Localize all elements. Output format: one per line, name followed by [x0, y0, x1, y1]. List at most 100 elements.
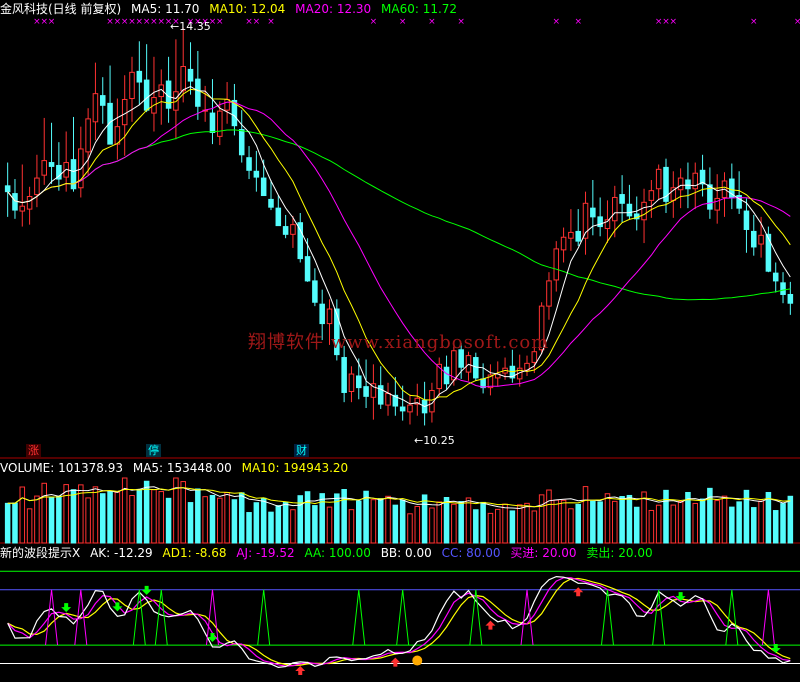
signal-marker: ×	[370, 17, 378, 27]
volume-bar	[516, 504, 523, 544]
candle-body	[692, 172, 699, 190]
volume-bar	[407, 513, 413, 544]
candle-body	[443, 366, 450, 385]
volume-bar	[319, 493, 325, 544]
volume-bar	[721, 495, 728, 544]
candle-body	[34, 177, 40, 196]
candle-body	[765, 233, 772, 272]
signal-spike	[761, 589, 775, 646]
volume-bar	[41, 482, 47, 544]
volume-bar	[19, 486, 26, 544]
high-price-annotation: ←14.35	[170, 20, 211, 33]
volume-bar	[48, 496, 55, 544]
candle-body	[451, 350, 457, 381]
volume-ma5: MA5: 153448.00	[132, 461, 232, 475]
sell-arrow-icon	[112, 602, 123, 612]
candle-body	[626, 203, 633, 217]
volume-bar	[590, 500, 596, 544]
volume-bar	[546, 489, 552, 544]
volume-bar	[370, 499, 377, 544]
volume-bar	[458, 501, 464, 544]
volume-bar	[180, 481, 186, 544]
candle-body	[19, 205, 26, 212]
volume-bar	[304, 491, 311, 544]
volume-bar	[143, 480, 150, 544]
candle-body	[743, 210, 750, 230]
volume-bar	[414, 505, 421, 544]
candle-body	[399, 406, 406, 412]
volume-bar	[195, 488, 201, 544]
signal-marker: ×	[216, 17, 224, 27]
sell-arrow-icon	[141, 585, 152, 595]
volume-bar	[429, 507, 435, 544]
candle-body	[597, 216, 603, 228]
indicator-sell: 卖出: 20.00	[586, 546, 653, 560]
candle-body	[758, 234, 764, 245]
candle-body	[304, 256, 311, 282]
candle-body	[546, 280, 552, 307]
volume-bar	[231, 499, 238, 544]
candle-body	[385, 392, 391, 406]
chart-title: 金风科技(日线 前复权)	[0, 2, 122, 16]
signal-marker: ×	[428, 17, 436, 27]
volume-bar	[121, 477, 128, 544]
candle-body	[173, 91, 179, 111]
candle-body	[560, 236, 567, 251]
candle-body	[348, 373, 355, 392]
volume-bar	[356, 500, 362, 544]
volume-bar	[63, 484, 69, 544]
volume-bar	[524, 502, 530, 544]
indicator-name: 新的波段提示X	[0, 546, 81, 560]
volume-bar	[217, 497, 223, 544]
volume-bar	[363, 490, 369, 544]
volume-bar	[604, 493, 611, 544]
volume-bar	[655, 504, 662, 544]
volume-bar	[136, 488, 143, 544]
volume-bar	[494, 508, 501, 544]
volume-bar	[729, 506, 735, 544]
candle-body	[473, 357, 479, 379]
volume-bar	[326, 506, 333, 544]
volume-bar	[575, 503, 581, 544]
signal-marker: ×	[267, 17, 275, 27]
trading-halt-tag: 停	[146, 444, 161, 457]
volume-bar	[34, 495, 40, 544]
volume-bar	[275, 505, 282, 544]
signal-marker: ×	[794, 17, 800, 27]
volume-bar	[187, 502, 194, 544]
volume-bar	[502, 503, 508, 544]
volume-bar	[597, 501, 603, 544]
volume-bar	[612, 500, 618, 544]
volume-bar	[312, 505, 318, 544]
volume-bar	[114, 491, 121, 544]
candle-body	[319, 303, 325, 325]
volume-bar	[12, 502, 18, 544]
watermark: 翔博软件 www.xiangbosoft.com	[248, 332, 550, 353]
candle-body	[590, 207, 596, 218]
candle-body	[275, 207, 282, 227]
indicator-buy: 买进: 20.00	[510, 546, 577, 560]
candle-body	[209, 112, 216, 133]
candle-body	[187, 68, 194, 82]
volume-bar	[670, 504, 677, 544]
signal-marker: ×	[750, 17, 758, 27]
volume-bar	[663, 489, 669, 544]
indicator-ad1: AD1: -8.68	[162, 546, 227, 560]
candle-body	[612, 196, 618, 222]
volume-bar	[129, 495, 135, 544]
candle-body	[48, 162, 55, 167]
volume-bar	[56, 495, 62, 544]
volume-bar	[568, 508, 574, 544]
candle-body	[407, 404, 413, 413]
candle-body	[180, 66, 186, 92]
volume-bar	[107, 490, 113, 544]
buy-arrow-icon	[295, 665, 306, 675]
signal-spike	[600, 589, 614, 646]
volume-bar	[480, 501, 486, 544]
volume-bar	[619, 496, 625, 544]
candle-body	[312, 280, 318, 303]
candle-body	[772, 272, 779, 282]
candle-body	[246, 157, 252, 171]
signal-spike	[396, 589, 410, 646]
volume-bar	[151, 489, 157, 544]
